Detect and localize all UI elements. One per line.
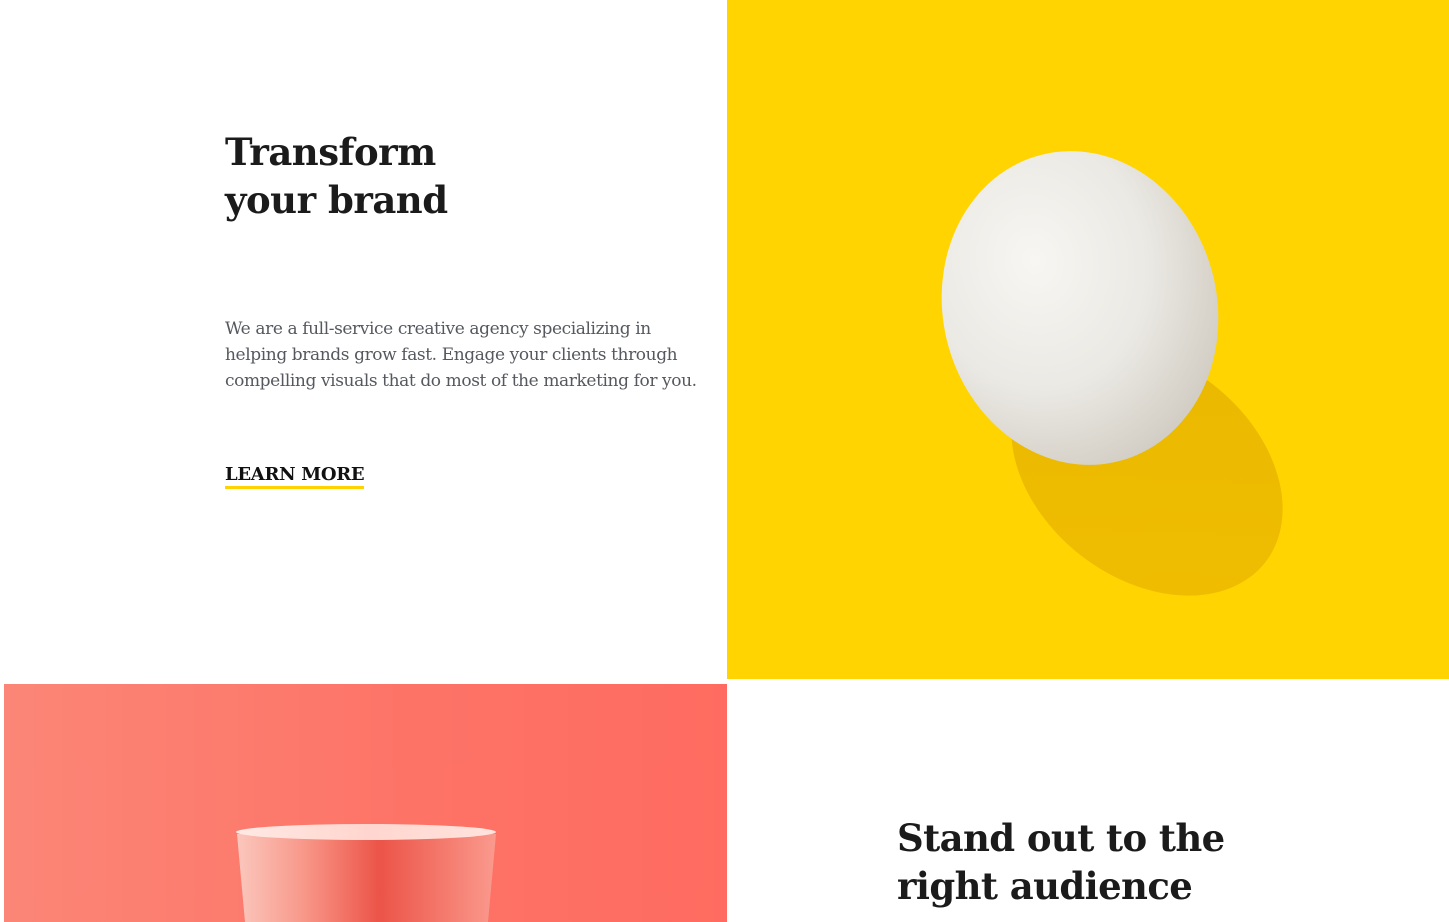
egg-illustration (727, 0, 1449, 679)
cup-rim (236, 824, 496, 840)
hero-text-block: Transform your brand We are a full-servi… (225, 128, 715, 489)
page: Transform your brand We are a full-servi… (0, 0, 1449, 922)
hero-description: We are a full-service creative agency sp… (225, 319, 697, 391)
cup-body (237, 834, 496, 922)
learn-more-link[interactable]: LEARN MORE (225, 464, 365, 489)
cup-image (4, 684, 727, 922)
egg-image (727, 0, 1449, 679)
hero-title: Transform your brand (225, 130, 448, 222)
section-title: Stand out to the right audience (897, 816, 1225, 908)
cup-illustration (236, 824, 496, 922)
